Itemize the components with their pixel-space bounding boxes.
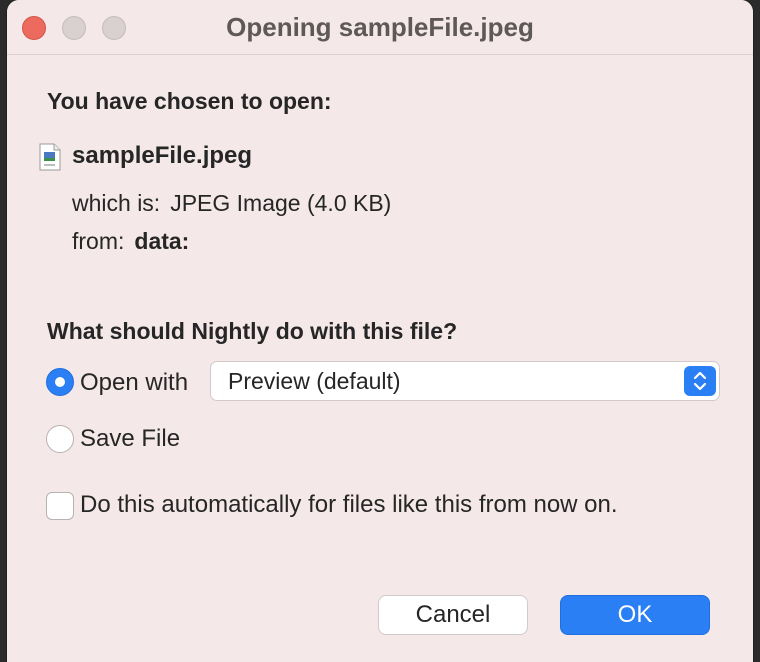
download-dialog: Opening sampleFile.jpeg You have chosen … [7,0,753,662]
open-with-label[interactable]: Open with [80,369,188,397]
title-bar: Opening sampleFile.jpeg [7,0,753,55]
open-with-radio[interactable] [46,368,74,396]
file-source-label: from: [72,228,125,254]
save-file-label[interactable]: Save File [80,425,180,453]
cancel-button[interactable]: Cancel [378,595,528,635]
save-file-radio[interactable] [46,425,74,453]
application-select-value: Preview (default) [228,368,401,394]
select-stepper-icon [684,366,716,396]
file-source-row: from: data: [72,228,189,255]
ok-button[interactable]: OK [560,595,710,635]
auto-action-checkbox[interactable] [46,492,74,520]
file-type-row: which is: JPEG Image (4.0 KB) [72,190,391,217]
window-title: Opening sampleFile.jpeg [226,12,534,42]
application-select[interactable]: Preview (default) [210,361,720,401]
auto-action-label[interactable]: Do this automatically for files like thi… [80,491,618,519]
chosen-heading: You have chosen to open: [47,88,332,114]
file-source-value: data: [134,228,190,254]
file-type-label: which is: [72,190,161,216]
jpeg-file-icon [39,143,61,171]
action-heading: What should Nightly do with this file? [47,318,458,344]
file-name: sampleFile.jpeg [72,142,253,169]
file-type-value: JPEG Image (4.0 KB) [170,190,392,216]
